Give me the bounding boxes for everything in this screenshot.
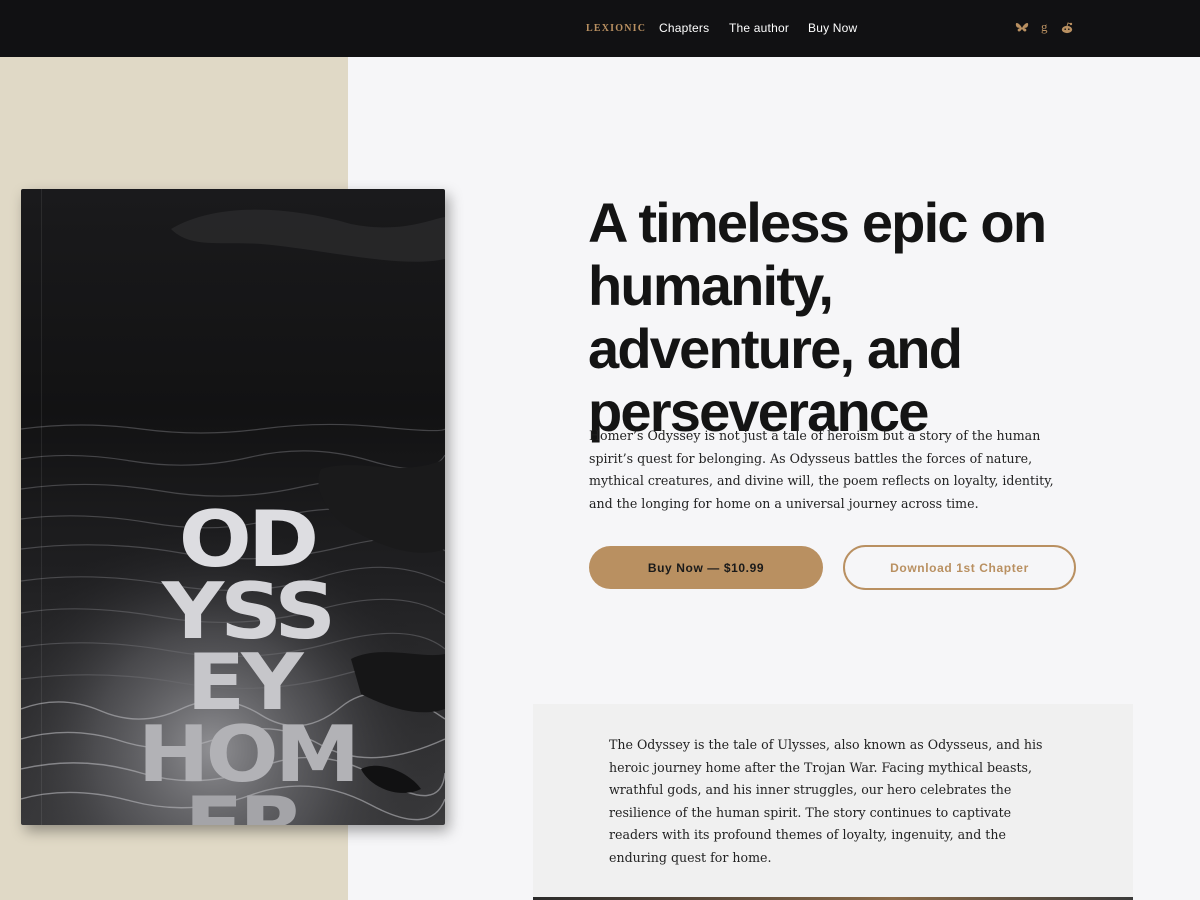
synopsis-text: The Odyssey is the tale of Ulysses, also… bbox=[609, 737, 1043, 865]
hero-description: Homer’s Odyssey is not just a tale of he… bbox=[589, 428, 1054, 511]
hero-heading: A timeless epic on humanity, adventure, … bbox=[588, 191, 1047, 443]
brand-logo[interactable]: LEXIONIC bbox=[586, 23, 646, 34]
top-navbar: LEXIONIC Chapters The author Buy Now g bbox=[0, 0, 1200, 57]
nav-link-chapters[interactable]: Chapters bbox=[659, 21, 709, 35]
nav-link-buy-now[interactable]: Buy Now bbox=[808, 21, 857, 35]
goodreads-icon[interactable]: g bbox=[1038, 20, 1052, 36]
cover-title: OD YSS EY HOM ER bbox=[21, 189, 445, 825]
bluesky-icon[interactable] bbox=[1015, 20, 1029, 36]
reddit-icon[interactable] bbox=[1060, 20, 1074, 36]
cover-title-line: ER bbox=[31, 787, 445, 825]
synopsis-card: The Odyssey is the tale of Ulysses, also… bbox=[533, 704, 1133, 900]
nav-link-the-author[interactable]: The author bbox=[729, 21, 789, 35]
book-cover: OD YSS EY HOM ER bbox=[21, 189, 445, 825]
svg-text:g: g bbox=[1041, 20, 1048, 34]
download-first-chapter-button[interactable]: Download 1st Chapter bbox=[843, 545, 1076, 590]
buy-now-button[interactable]: Buy Now — $10.99 bbox=[589, 546, 823, 589]
